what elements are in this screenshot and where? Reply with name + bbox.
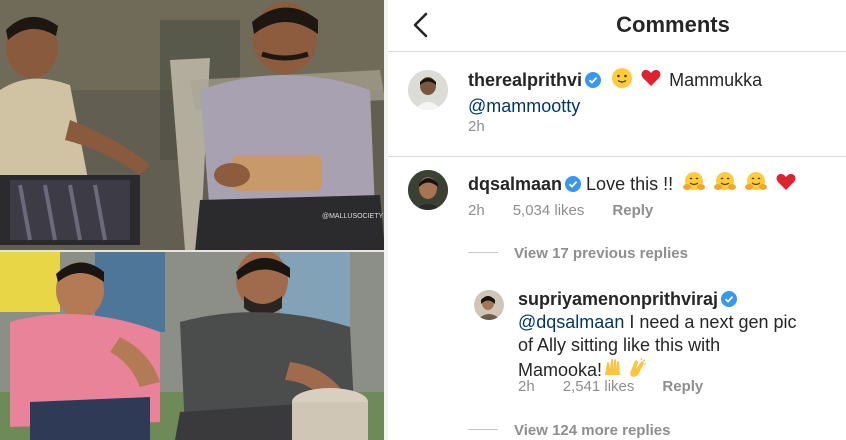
comment-meta: 2h 5,034 likes Reply — [468, 202, 681, 219]
view-previous-replies-label: View 17 previous replies — [514, 245, 688, 262]
timestamp: 2h — [468, 118, 485, 135]
reply-thread-line — [468, 252, 498, 253]
comment-text: dqsalmaan Love this !! — [468, 171, 846, 199]
red-heart-emoji-icon — [775, 171, 797, 199]
reply-body-line3: Mamooka! — [518, 360, 603, 380]
verified-badge-icon — [585, 71, 602, 88]
hugging-face-emoji-icon — [713, 171, 737, 199]
reply-button[interactable]: Reply — [662, 378, 703, 395]
vintage-photo: @MALLUSOCIETY — [0, 0, 388, 252]
comments-header: Comments — [388, 0, 846, 52]
verified-badge-icon — [721, 290, 738, 307]
watermark: @MALLUSOCIETY — [322, 213, 384, 220]
hugging-face-emoji-icon — [744, 171, 768, 199]
comment-body: Love this !! — [586, 174, 674, 194]
reply-body-line1: I need a next gen pic — [629, 312, 797, 332]
red-heart-emoji-icon — [640, 67, 662, 95]
reply-thread-line — [468, 429, 498, 430]
timestamp: 2h — [518, 378, 535, 395]
view-more-replies-label: View 124 more replies — [514, 422, 671, 439]
like-count[interactable]: 5,034 likes — [513, 202, 585, 219]
avatar[interactable] — [408, 170, 448, 210]
avatar[interactable] — [474, 290, 504, 320]
photo-collage: @MALLUSOCIETY — [0, 0, 388, 440]
mention-link[interactable]: @dqsalmaan — [518, 312, 624, 332]
view-more-replies-button[interactable]: View 124 more replies — [468, 422, 670, 439]
like-count[interactable]: 2,541 likes — [563, 378, 635, 395]
view-previous-replies-button[interactable]: View 17 previous replies — [468, 245, 688, 262]
mention-link[interactable]: @mammootty — [468, 96, 580, 116]
slightly-smiling-face-emoji-icon — [611, 67, 633, 95]
profile-picture — [474, 290, 504, 320]
username[interactable]: dqsalmaan — [468, 174, 562, 194]
page-title: Comments — [616, 12, 730, 37]
reply-meta: 2h 2,541 likes Reply — [518, 378, 731, 395]
username[interactable]: therealprithvi — [468, 70, 582, 90]
hugging-face-emoji-icon — [682, 171, 706, 199]
reply-button[interactable]: Reply — [612, 202, 653, 219]
reply-text: supriyamenonprithviraj @dqsalmaan I need… — [518, 288, 846, 385]
username[interactable]: supriyamenonprithviraj — [518, 289, 718, 309]
recent-photo-illustration — [0, 252, 388, 440]
profile-picture — [408, 70, 448, 110]
caption-text: therealprithvi Mammukka @mammootty — [468, 67, 838, 118]
verified-badge-icon — [565, 175, 582, 192]
profile-picture — [408, 170, 448, 210]
reply-body-line2: of Ally sitting like this with — [518, 335, 721, 355]
divider — [388, 156, 846, 157]
recent-photo — [0, 252, 388, 440]
comments-panel: Comments therealprithvi Mammukka @mammoo… — [388, 0, 846, 440]
caption-body: Mammukka — [669, 70, 763, 90]
avatar[interactable] — [408, 70, 448, 110]
timestamp: 2h — [468, 202, 485, 219]
caption-meta: 2h — [468, 118, 513, 135]
